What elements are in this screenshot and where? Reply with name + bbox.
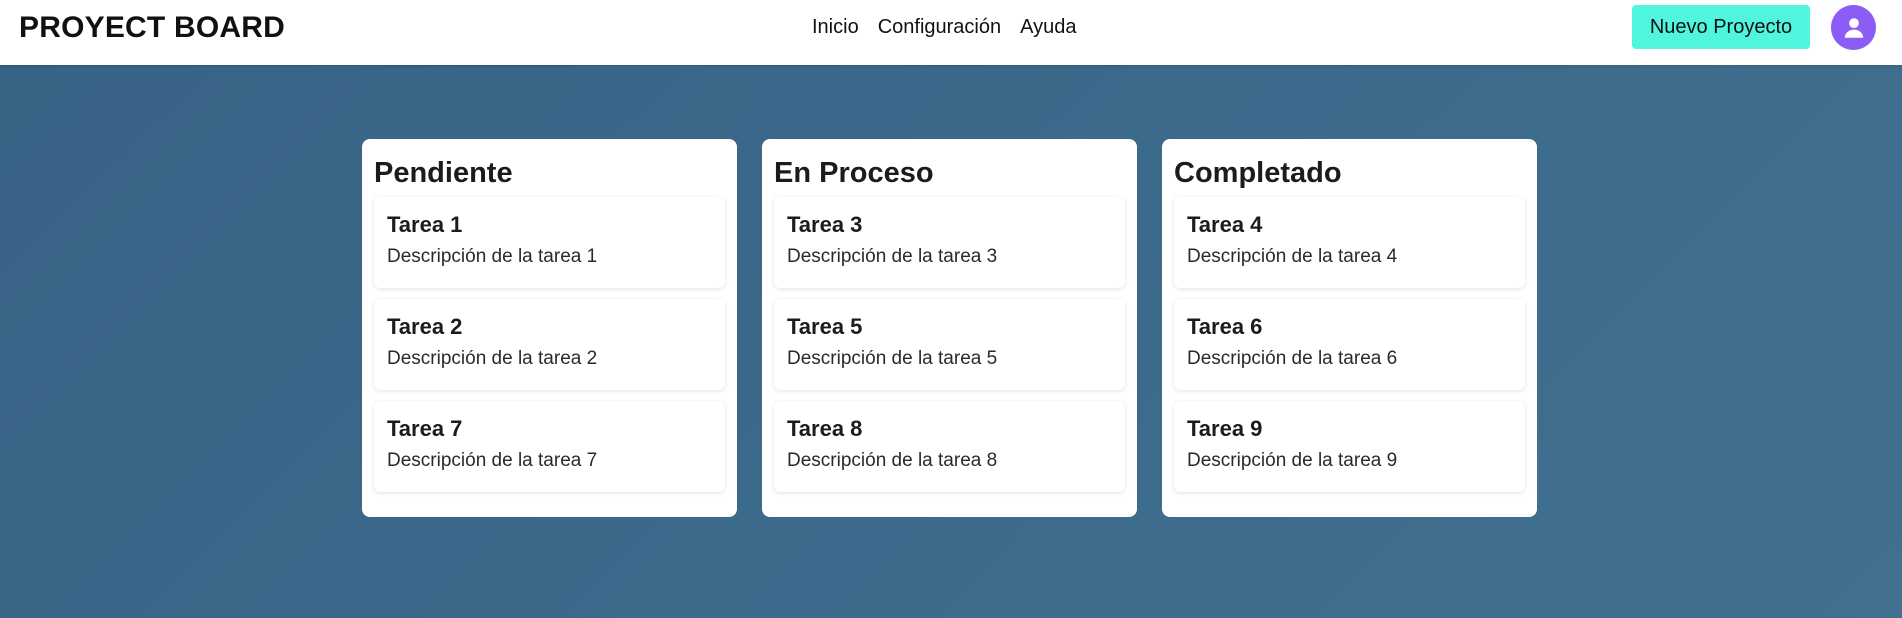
nav-link-inicio[interactable]: Inicio — [812, 16, 859, 39]
column-title: En Proceso — [774, 157, 934, 189]
column-completado: Completado Tarea 4 Descripción de la tar… — [1162, 139, 1537, 517]
avatar[interactable] — [1831, 5, 1876, 50]
task-title: Tarea 9 — [1187, 416, 1263, 441]
task-card[interactable]: Tarea 7 Descripción de la tarea 7 — [374, 401, 725, 492]
task-card[interactable]: Tarea 5 Descripción de la tarea 5 — [774, 299, 1125, 390]
task-description: Descripción de la tarea 2 — [387, 348, 598, 369]
task-card[interactable]: Tarea 1 Descripción de la tarea 1 — [374, 197, 725, 288]
nav-link-configuracion[interactable]: Configuración — [878, 16, 1001, 39]
nav-link-ayuda[interactable]: Ayuda — [1020, 16, 1076, 39]
task-title: Tarea 6 — [1187, 314, 1263, 339]
user-icon — [1844, 17, 1863, 38]
app-title: PROYECT BOARD — [19, 11, 285, 44]
main-nav: Inicio Configuración Ayuda — [812, 16, 1076, 39]
task-card[interactable]: Tarea 6 Descripción de la tarea 6 — [1174, 299, 1525, 390]
task-title: Tarea 8 — [787, 416, 863, 441]
task-card[interactable]: Tarea 2 Descripción de la tarea 2 — [374, 299, 725, 390]
task-card[interactable]: Tarea 8 Descripción de la tarea 8 — [774, 401, 1125, 492]
task-description: Descripción de la tarea 8 — [787, 450, 998, 471]
task-description: Descripción de la tarea 5 — [787, 348, 998, 369]
column-title: Completado — [1174, 157, 1342, 189]
task-description: Descripción de la tarea 6 — [1187, 348, 1398, 369]
task-card[interactable]: Tarea 3 Descripción de la tarea 3 — [774, 197, 1125, 288]
task-description: Descripción de la tarea 1 — [387, 246, 598, 267]
task-title: Tarea 4 — [1187, 212, 1263, 237]
task-description: Descripción de la tarea 3 — [787, 246, 998, 267]
column-en-proceso: En Proceso Tarea 3 Descripción de la tar… — [762, 139, 1137, 517]
task-title: Tarea 3 — [787, 212, 863, 237]
column-pendiente: Pendiente Tarea 1 Descripción de la tare… — [362, 139, 737, 517]
top-header: PROYECT BOARD Inicio Configuración Ayuda… — [0, 0, 1902, 65]
task-title: Tarea 2 — [387, 314, 463, 339]
task-description: Descripción de la tarea 7 — [387, 450, 598, 471]
kanban-board: Pendiente Tarea 1 Descripción de la tare… — [362, 139, 1537, 517]
task-card[interactable]: Tarea 9 Descripción de la tarea 9 — [1174, 401, 1525, 492]
column-title: Pendiente — [374, 157, 513, 189]
task-title: Tarea 7 — [387, 416, 463, 441]
task-card[interactable]: Tarea 4 Descripción de la tarea 4 — [1174, 197, 1525, 288]
task-title: Tarea 5 — [787, 314, 863, 339]
new-project-button[interactable]: Nuevo Proyecto — [1632, 5, 1810, 49]
task-description: Descripción de la tarea 4 — [1187, 246, 1398, 267]
task-title: Tarea 1 — [387, 212, 463, 237]
task-description: Descripción de la tarea 9 — [1187, 450, 1398, 471]
